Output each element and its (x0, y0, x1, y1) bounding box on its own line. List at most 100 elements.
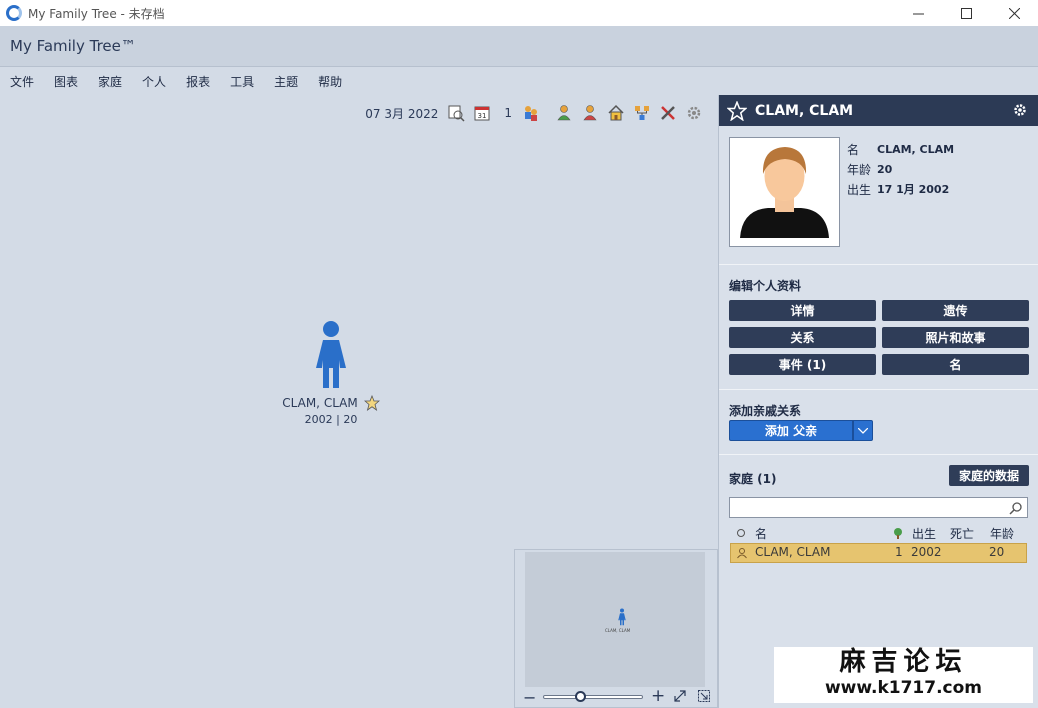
watermark-url: www.k1717.com (824, 678, 983, 698)
add-relative-section: 添加亲戚关系 添加 父亲 (719, 390, 1038, 455)
generation-count: 1 (504, 106, 512, 120)
menu-person[interactable]: 个人 (142, 73, 166, 90)
tree-person-label: CLAM, CLAM (276, 395, 386, 411)
fact-name: 名 CLAM, CLAM (847, 139, 954, 159)
tools-icon[interactable] (658, 103, 678, 123)
watermark: 麻吉论坛 www.k1717.com (774, 647, 1033, 703)
minimap-view[interactable]: CLAM, CLAM (525, 552, 705, 687)
tree-canvas[interactable]: 07 3月 2022 31 1 CLAM, CLAM 2002 | 20 CLA… (0, 95, 718, 708)
col-birth[interactable]: 出生 (912, 525, 936, 542)
details-button[interactable]: 详情 (729, 300, 876, 321)
calendar-day: 31 (478, 112, 487, 120)
zoom-out-icon[interactable]: − (523, 688, 536, 707)
menu-bar: 文件 图表 家庭 个人 报表 工具 主题 帮助 (0, 67, 1038, 95)
maximize-button[interactable] (942, 0, 990, 26)
person-photo[interactable] (729, 137, 840, 247)
family-search-input[interactable] (729, 497, 1028, 518)
fact-age-value: 20 (877, 162, 893, 176)
title-bar: My Family Tree - 未存档 (0, 0, 1038, 26)
edit-profile-title: 编辑个人资料 (729, 279, 802, 293)
relations-button[interactable]: 关系 (729, 327, 876, 348)
panel-header: CLAM, CLAM (719, 95, 1038, 126)
person-remove-icon[interactable] (580, 103, 600, 123)
profile-section: 名 CLAM, CLAM 年龄 20 出生 17 1月 2002 (719, 126, 1038, 265)
table-row[interactable]: CLAM, CLAM 1 2002 20 (730, 543, 1027, 563)
col-name[interactable]: 名 (755, 525, 767, 542)
col-death[interactable]: 死亡 (950, 525, 974, 542)
photos-stories-button[interactable]: 照片和故事 (882, 327, 1029, 348)
fact-name-label: 名 (847, 142, 860, 157)
person-icon (737, 548, 747, 559)
expand-icon[interactable] (673, 689, 687, 703)
add-relative-dropdown[interactable] (853, 420, 873, 441)
minimize-button[interactable] (894, 0, 942, 26)
home-icon[interactable] (606, 103, 626, 123)
menu-theme[interactable]: 主题 (274, 73, 298, 90)
add-relative-title: 添加亲戚关系 (729, 404, 802, 418)
star-outline-icon[interactable] (727, 100, 747, 121)
window-title: My Family Tree - 未存档 (28, 6, 165, 21)
menu-charts[interactable]: 图表 (54, 73, 78, 90)
chevron-down-icon (858, 427, 868, 434)
menu-help[interactable]: 帮助 (318, 73, 342, 90)
family-data-button[interactable]: 家庭的数据 (949, 465, 1029, 486)
person-facts: 名 CLAM, CLAM 年龄 20 出生 17 1月 2002 (847, 139, 954, 199)
gear-icon[interactable] (684, 103, 704, 123)
fit-screen-icon[interactable] (697, 689, 711, 703)
family-table-header: 名 出生 死亡 年龄 (729, 524, 1028, 542)
female-person-icon (316, 321, 346, 388)
names-button[interactable]: 名 (882, 354, 1029, 375)
star-icon[interactable] (363, 395, 380, 411)
fact-age-label: 年龄 (847, 162, 872, 177)
avatar-male-icon (740, 147, 829, 238)
panel-gear-icon[interactable] (1012, 102, 1028, 118)
generations-icon[interactable] (520, 103, 540, 123)
zoom-slider-track[interactable] (543, 695, 643, 699)
fact-birth-value: 17 1月 2002 (877, 183, 950, 196)
menu-file[interactable]: 文件 (10, 73, 34, 90)
window-controls (894, 0, 1038, 26)
edit-profile-section: 编辑个人资料 详情 遗传 关系 照片和故事 事件 (1) 名 (719, 265, 1038, 390)
family-title: 家庭 (1) (729, 472, 777, 486)
row-tree-count: 1 (895, 545, 903, 559)
minimap[interactable]: CLAM, CLAM − + (514, 549, 718, 708)
chart-date: 07 3月 2022 (365, 106, 439, 121)
fact-birth: 出生 17 1月 2002 (847, 179, 954, 199)
app-brand: My Family Tree™ (10, 37, 136, 55)
tree-person-node[interactable]: CLAM, CLAM 2002 | 20 (276, 320, 386, 426)
row-birth: 2002 (911, 545, 942, 559)
zoom-bar: − + (515, 685, 719, 707)
row-age: 20 (989, 545, 1005, 559)
events-button[interactable]: 事件 (1) (729, 354, 876, 375)
menu-tools[interactable]: 工具 (230, 73, 254, 90)
calendar-icon[interactable]: 31 (472, 103, 492, 123)
mini-person-label: CLAM, CLAM (605, 628, 631, 633)
tree-person-name: CLAM, CLAM (282, 396, 358, 410)
genetics-button[interactable]: 遗传 (882, 300, 1029, 321)
add-father-button[interactable]: 添加 父亲 (729, 420, 853, 441)
fact-age: 年龄 20 (847, 159, 954, 179)
person-panel: CLAM, CLAM 名 CLAM, CLAM 年龄 20 出生 17 1月 2 (718, 95, 1038, 708)
person-add-icon[interactable] (554, 103, 574, 123)
tree-icon (894, 528, 902, 539)
fact-name-value: CLAM, CLAM (877, 142, 955, 156)
edit-buttons: 详情 遗传 关系 照片和故事 事件 (1) 名 (729, 300, 1029, 375)
menu-family[interactable]: 家庭 (98, 73, 122, 90)
fact-birth-label: 出生 (847, 182, 872, 197)
family-tree-icon[interactable] (632, 103, 652, 123)
panel-person-name: CLAM, CLAM (755, 102, 854, 119)
app-logo-icon (6, 5, 22, 21)
tree-person-info: 2002 | 20 (304, 413, 358, 426)
zoom-slider-thumb[interactable] (575, 691, 586, 702)
app-header: My Family Tree™ (0, 26, 1038, 67)
row-name: CLAM, CLAM (755, 545, 831, 559)
menu-reports[interactable]: 报表 (186, 73, 210, 90)
close-button[interactable] (990, 0, 1038, 26)
zoom-in-icon[interactable]: + (651, 686, 665, 706)
col-age[interactable]: 年龄 (990, 525, 1014, 542)
mini-person-icon (618, 608, 626, 626)
date-search-icon[interactable] (446, 103, 466, 123)
search-icon[interactable] (1009, 501, 1023, 515)
watermark-title: 麻吉论坛 (839, 647, 968, 677)
radio-header-icon (737, 529, 745, 537)
